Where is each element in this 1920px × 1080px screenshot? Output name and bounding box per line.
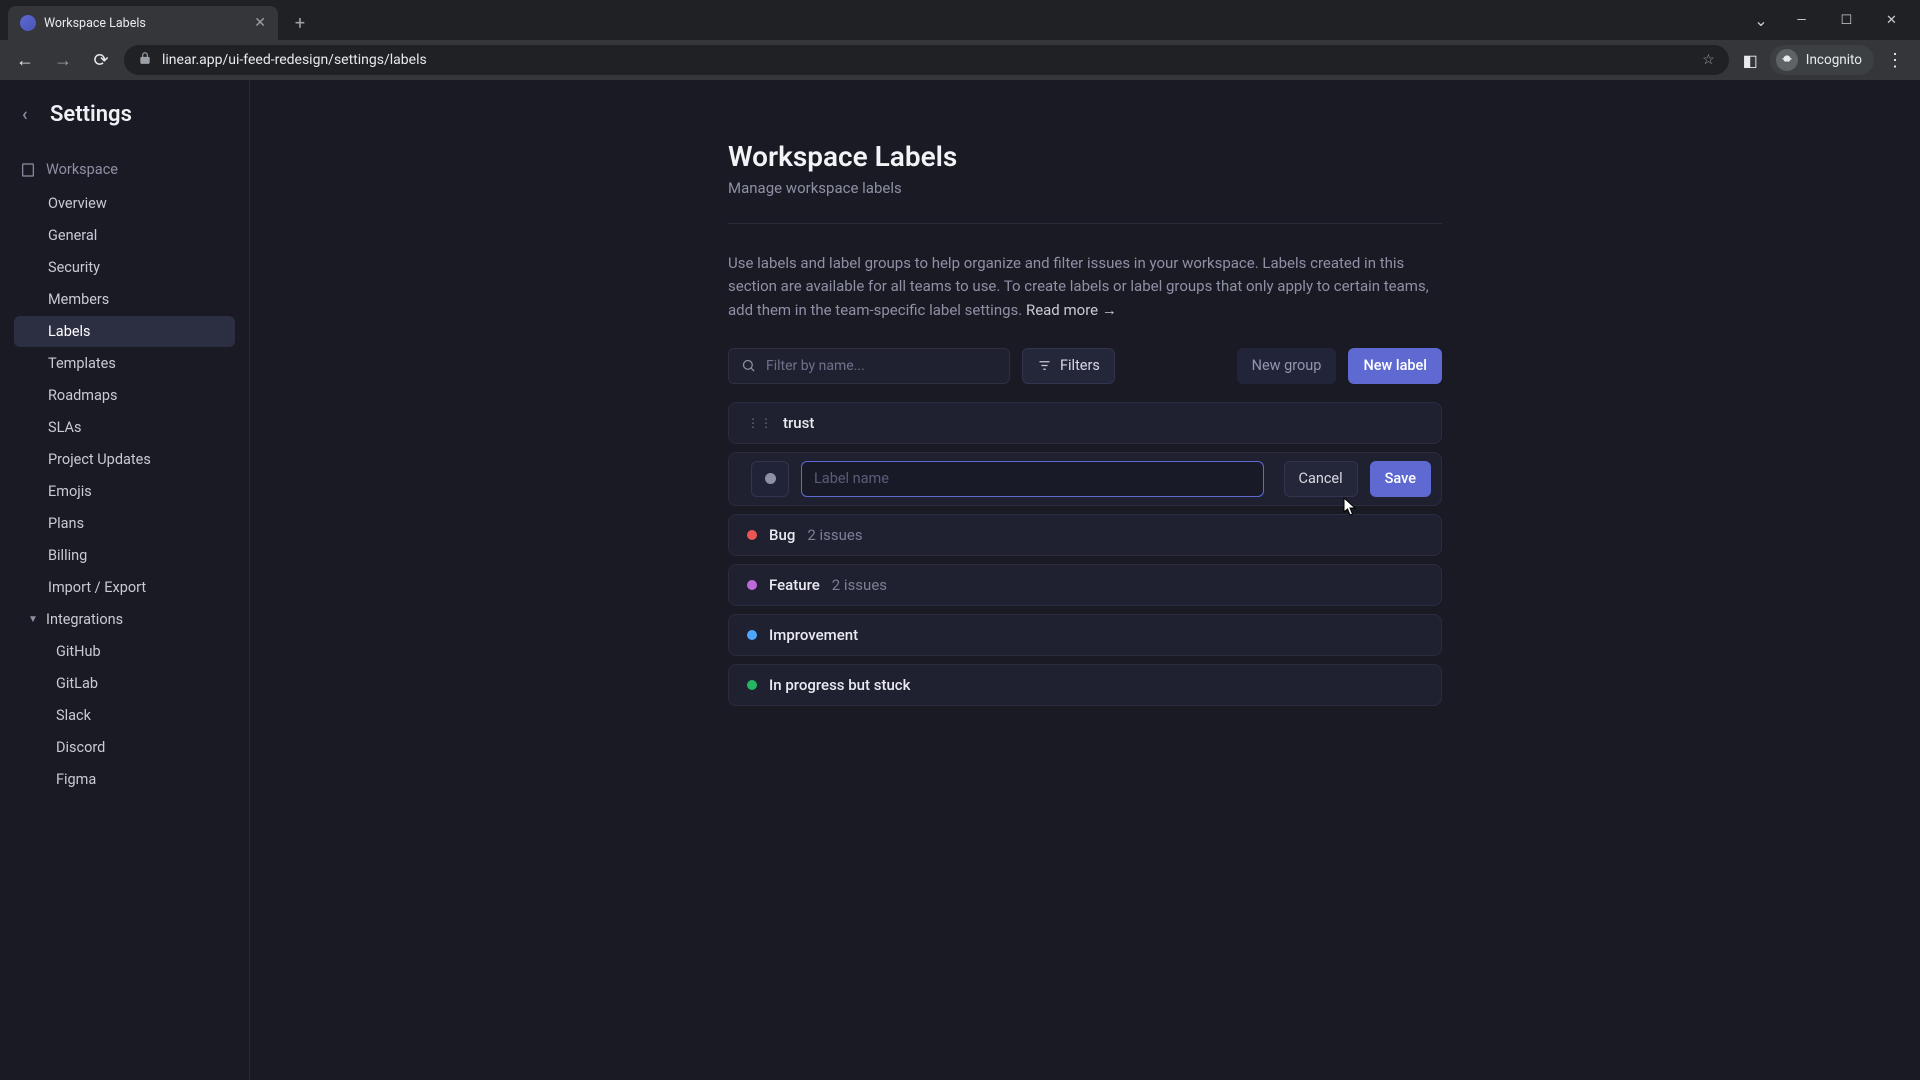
sidebar-item-github[interactable]: GitHub (14, 636, 235, 667)
forward-button[interactable]: → (48, 45, 78, 75)
window-minimize-button[interactable]: ― (1779, 5, 1824, 35)
tab-search-icon[interactable]: ⌄ (1743, 5, 1779, 35)
new-tab-button[interactable]: + (286, 9, 314, 37)
settings-header[interactable]: ‹ Settings (18, 102, 235, 127)
filter-input[interactable] (766, 358, 997, 374)
incognito-badge[interactable]: Incognito (1770, 45, 1874, 75)
settings-title: Settings (50, 102, 132, 127)
label-row[interactable]: In progress but stuck (728, 664, 1442, 706)
new-group-button[interactable]: New group (1237, 348, 1337, 384)
read-more-link[interactable]: Read more → (1026, 301, 1117, 319)
sidebar-item-members[interactable]: Members (14, 284, 235, 315)
settings-sidebar: ‹ Settings Workspace Overview General Se… (0, 80, 250, 1080)
sidebar-item-plans[interactable]: Plans (14, 508, 235, 539)
extensions-icon[interactable]: ◧ (1743, 51, 1758, 70)
label-issue-count: 2 issues (832, 576, 887, 594)
building-icon (20, 162, 36, 178)
workspace-label: Workspace (46, 161, 118, 178)
sidebar-integrations-toggle[interactable]: ▼ Integrations (14, 604, 235, 635)
workspace-section-header: Workspace (14, 155, 235, 184)
sidebar-item-roadmaps[interactable]: Roadmaps (14, 380, 235, 411)
label-row[interactable]: Bug 2 issues (728, 514, 1442, 556)
reload-button[interactable]: ⟳ (86, 45, 116, 75)
incognito-icon (1776, 49, 1798, 71)
drag-handle-icon[interactable]: ⋮⋮ (747, 416, 773, 430)
color-picker-button[interactable] (751, 461, 789, 497)
sidebar-item-security[interactable]: Security (14, 252, 235, 283)
back-chevron-icon[interactable]: ‹ (22, 104, 40, 125)
label-row[interactable]: Improvement (728, 614, 1442, 656)
filter-search-box[interactable] (728, 348, 1010, 384)
cancel-button[interactable]: Cancel (1284, 461, 1358, 497)
label-name: Feature (769, 576, 820, 594)
filter-icon (1037, 358, 1052, 373)
close-tab-icon[interactable]: ✕ (254, 15, 266, 31)
triangle-down-icon: ▼ (28, 614, 40, 625)
save-button[interactable]: Save (1370, 461, 1431, 497)
sidebar-item-labels[interactable]: Labels (14, 316, 235, 347)
label-issue-count: 2 issues (807, 526, 862, 544)
lock-icon (138, 51, 152, 69)
back-button[interactable]: ← (10, 45, 40, 75)
label-edit-row: Cancel Save (728, 452, 1442, 506)
favicon (20, 15, 36, 31)
label-name: Improvement (769, 626, 858, 644)
sidebar-item-import-export[interactable]: Import / Export (14, 572, 235, 603)
label-color-dot (747, 580, 757, 590)
bookmark-icon[interactable]: ☆ (1702, 52, 1715, 68)
address-bar[interactable]: linear.app/ui-feed-redesign/settings/lab… (124, 45, 1729, 75)
sidebar-item-general[interactable]: General (14, 220, 235, 251)
sidebar-item-billing[interactable]: Billing (14, 540, 235, 571)
label-name: Bug (769, 526, 795, 544)
label-color-dot (747, 530, 757, 540)
label-color-dot (747, 680, 757, 690)
window-maximize-button[interactable]: ☐ (1824, 5, 1869, 35)
sidebar-item-emojis[interactable]: Emojis (14, 476, 235, 507)
label-row[interactable]: Feature 2 issues (728, 564, 1442, 606)
page-subtitle: Manage workspace labels (728, 179, 1442, 224)
label-name: In progress but stuck (769, 676, 910, 694)
search-icon (741, 358, 756, 373)
browser-tab[interactable]: Workspace Labels ✕ (8, 6, 278, 40)
url-text: linear.app/ui-feed-redesign/settings/lab… (162, 52, 427, 68)
page-description: Use labels and label groups to help orga… (728, 252, 1442, 322)
group-name: trust (783, 414, 814, 432)
sidebar-item-slack[interactable]: Slack (14, 700, 235, 731)
sidebar-item-discord[interactable]: Discord (14, 732, 235, 763)
page-title: Workspace Labels (728, 140, 1442, 173)
window-close-button[interactable]: ✕ (1869, 5, 1914, 35)
sidebar-item-gitlab[interactable]: GitLab (14, 668, 235, 699)
incognito-label: Incognito (1806, 52, 1862, 68)
tab-title: Workspace Labels (44, 16, 246, 31)
filters-button[interactable]: Filters (1022, 348, 1115, 384)
sidebar-item-figma[interactable]: Figma (14, 764, 235, 795)
swatch-dot (765, 473, 776, 484)
browser-menu-icon[interactable]: ⋮ (1886, 50, 1904, 71)
label-color-dot (747, 630, 757, 640)
label-name-input[interactable] (801, 461, 1264, 497)
integrations-label: Integrations (46, 611, 123, 628)
sidebar-item-project-updates[interactable]: Project Updates (14, 444, 235, 475)
sidebar-item-overview[interactable]: Overview (14, 188, 235, 219)
new-label-button[interactable]: New label (1348, 348, 1442, 384)
sidebar-item-templates[interactable]: Templates (14, 348, 235, 379)
sidebar-item-slas[interactable]: SLAs (14, 412, 235, 443)
label-group-row[interactable]: ⋮⋮ trust (728, 402, 1442, 444)
